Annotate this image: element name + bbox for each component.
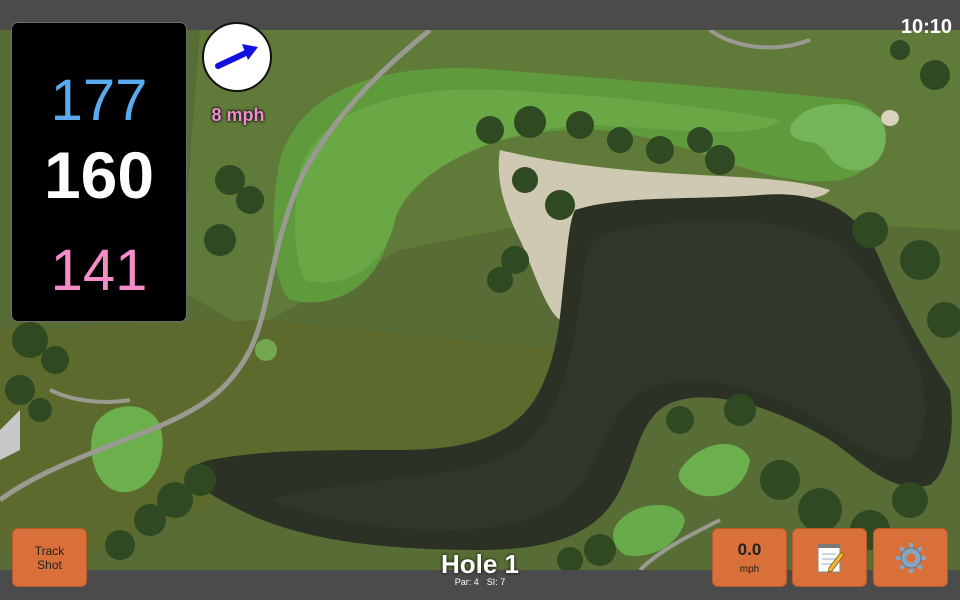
- hole-info: Par: 4 SI: 7: [380, 577, 580, 587]
- track-shot-label-line1: Track: [34, 543, 65, 558]
- track-shot-label-line2: Shot: [37, 557, 62, 572]
- hole-par: Par: 4: [454, 577, 479, 587]
- speed-unit: mph: [739, 564, 760, 575]
- track-shot-button[interactable]: Track Shot: [12, 528, 87, 587]
- gear-icon: [895, 542, 926, 573]
- speed-button[interactable]: 0.0 mph: [712, 528, 787, 587]
- front-yardage: 141: [50, 238, 148, 303]
- hole-stroke-index: SI: 7: [486, 577, 506, 587]
- yardage-panel: 177 160 141: [11, 22, 187, 322]
- back-yardage: 177: [50, 68, 148, 133]
- clock: 10:10: [900, 16, 952, 38]
- notepad-icon: [817, 543, 845, 573]
- wind-indicator: [202, 22, 272, 92]
- settings-button[interactable]: [873, 528, 948, 587]
- wind-arrow-icon: [215, 44, 258, 69]
- wind-speed: 8 mph: [211, 105, 265, 125]
- middle-yardage: 160: [43, 138, 155, 212]
- hole-title: Hole 1: [440, 549, 520, 579]
- speed-value: 0.0: [737, 540, 762, 559]
- notes-button[interactable]: [792, 528, 867, 587]
